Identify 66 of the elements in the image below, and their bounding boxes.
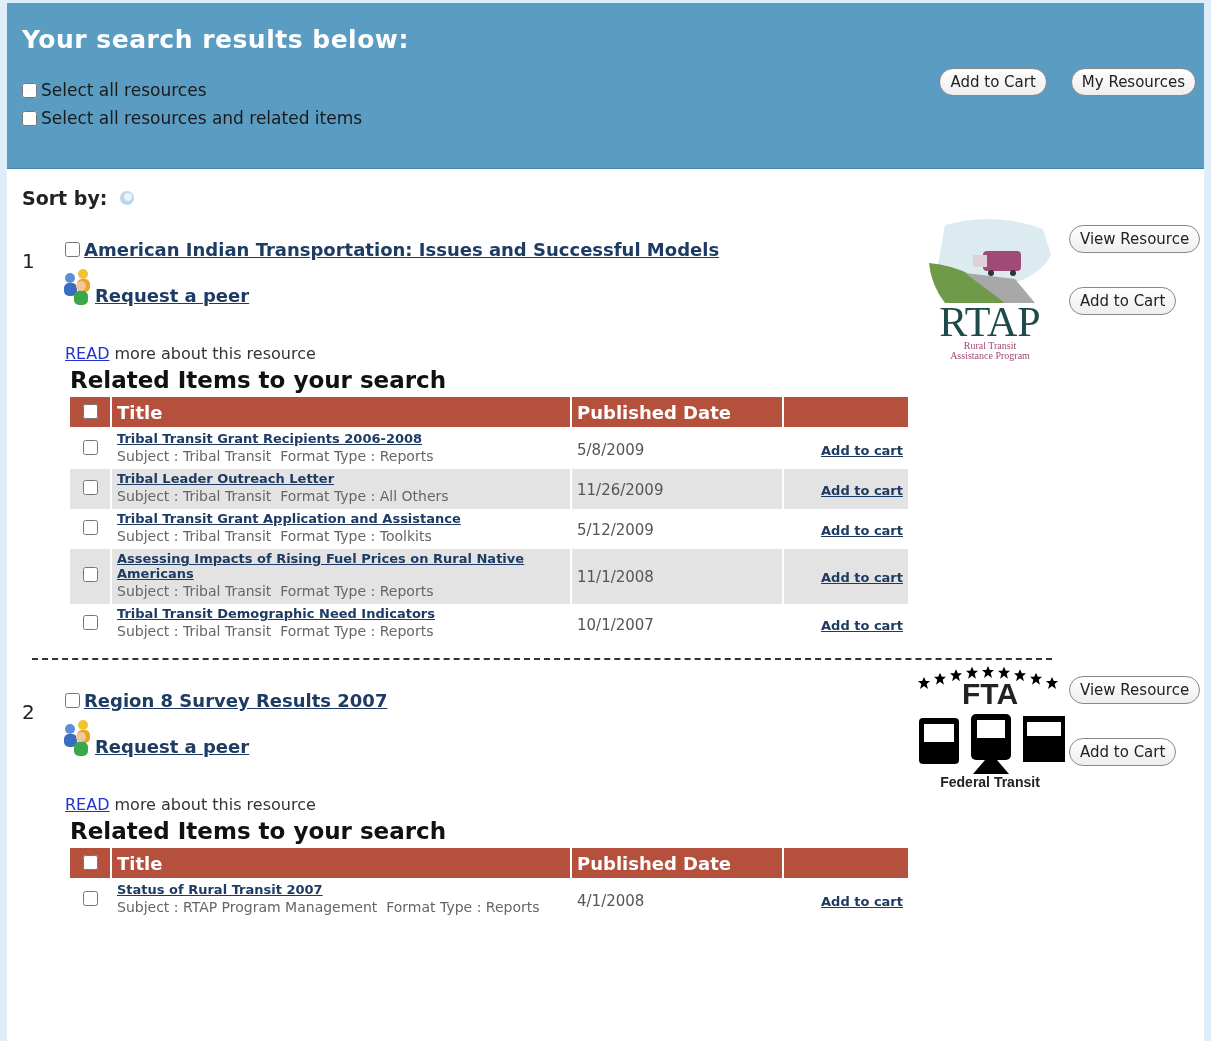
select-checkbox[interactable] xyxy=(22,110,37,126)
read-link[interactable]: READ xyxy=(65,344,110,363)
add-to-cart-link[interactable]: Add to cart xyxy=(821,522,903,538)
result-title-link[interactable]: American Indian Transportation: Issues and Successful Models xyxy=(84,239,720,260)
resource-button[interactable]: View Resource xyxy=(1069,225,1201,253)
read-more-text: more about this resource xyxy=(114,795,316,814)
item-title-link[interactable]: Tribal Transit Grant Application and Assistance xyxy=(117,511,565,526)
request-peer-link[interactable]: Request a peer xyxy=(95,736,250,757)
logo-text: RTAP xyxy=(939,303,1041,341)
resource-button[interactable]: Add to Cart xyxy=(1069,287,1177,315)
item-title-link[interactable]: Tribal Transit Grant Recipients 2006-2008 xyxy=(117,431,565,446)
item-title-link[interactable]: Assessing Impacts of Rising Fuel Prices on Rural Native Americans xyxy=(117,551,565,581)
column-header: Title xyxy=(112,848,570,880)
checkbox-label: Select all resources and related items xyxy=(41,108,363,128)
resource-button[interactable]: Add to Cart xyxy=(1069,738,1177,766)
logo-subtitle: Assistance Program xyxy=(950,351,1030,361)
checkbox-label: Select all resources xyxy=(41,80,207,100)
add-to-cart-link[interactable]: Add to cart xyxy=(821,570,903,585)
page-title: Your search results below: xyxy=(22,25,409,54)
column-header: Published Date xyxy=(572,848,782,880)
item-checkbox[interactable] xyxy=(82,567,98,582)
select-all-checkbox[interactable] xyxy=(82,403,98,419)
item-checkbox[interactable] xyxy=(82,439,98,455)
published-date: 11/26/2009 xyxy=(577,480,664,499)
header-button[interactable]: Add to Cart xyxy=(939,68,1047,96)
column-header: Title xyxy=(112,397,570,429)
item-subject: Subject : Tribal Transit Format Type : Reports xyxy=(117,582,435,601)
related-heading: Related Items to your search xyxy=(70,367,448,393)
add-to-cart-link[interactable]: Add to cart xyxy=(821,617,903,633)
item-subject: Subject : Tribal Transit Format Type : Reports xyxy=(117,447,435,466)
logo-subtitle: Federal Transit xyxy=(940,774,1040,790)
read-link[interactable]: READ xyxy=(65,795,110,814)
add-to-cart-link[interactable]: Add to cart xyxy=(821,442,903,458)
related-heading: Related Items to your search xyxy=(70,818,448,844)
item-subject: Subject : Tribal Transit Format Type : All Others xyxy=(117,487,450,506)
logo-text: FTA xyxy=(961,680,1019,708)
result-checkbox[interactable] xyxy=(65,693,80,708)
item-checkbox[interactable] xyxy=(82,479,98,495)
select-checkbox[interactable] xyxy=(22,82,37,98)
resource-button[interactable]: View Resource xyxy=(1069,676,1201,704)
result-number: 2 xyxy=(22,699,36,724)
item-subject: Subject : RTAP Program Management Format Type : Reports xyxy=(117,898,541,917)
item-title-link[interactable]: Status of Rural Transit 2007 xyxy=(117,882,565,897)
item-title-link[interactable]: Tribal Leader Outreach Letter xyxy=(117,471,565,486)
result-checkbox[interactable] xyxy=(65,242,80,257)
published-date: 10/1/2007 xyxy=(577,615,654,634)
sort-label: Sort by: xyxy=(22,187,108,209)
item-checkbox[interactable] xyxy=(82,519,98,535)
column-header: Published Date xyxy=(572,397,782,429)
add-to-cart-link[interactable]: Add to cart xyxy=(821,893,903,909)
published-date: 4/1/2008 xyxy=(577,891,645,910)
published-date: 5/8/2009 xyxy=(577,440,645,459)
logo-subtitle: Rural Transit xyxy=(963,341,1017,351)
item-subject: Subject : Tribal Transit Format Type : Toolkits xyxy=(117,527,433,546)
item-subject: Subject : Tribal Transit Format Type : Reports xyxy=(117,622,435,641)
read-more-text: more about this resource xyxy=(114,344,316,363)
result-title-link[interactable]: Region 8 Survey Results 2007 xyxy=(84,690,388,711)
request-peer-link[interactable]: Request a peer xyxy=(95,285,250,306)
item-title-link[interactable]: Tribal Transit Demographic Need Indicators xyxy=(117,606,565,621)
result-number: 1 xyxy=(22,248,36,273)
header-button[interactable]: My Resources xyxy=(1070,68,1196,96)
published-date: 11/1/2008 xyxy=(577,568,654,586)
item-checkbox[interactable] xyxy=(82,614,98,630)
item-checkbox[interactable] xyxy=(82,890,98,906)
select-all-checkbox[interactable] xyxy=(82,854,98,870)
published-date: 5/12/2009 xyxy=(577,520,654,539)
